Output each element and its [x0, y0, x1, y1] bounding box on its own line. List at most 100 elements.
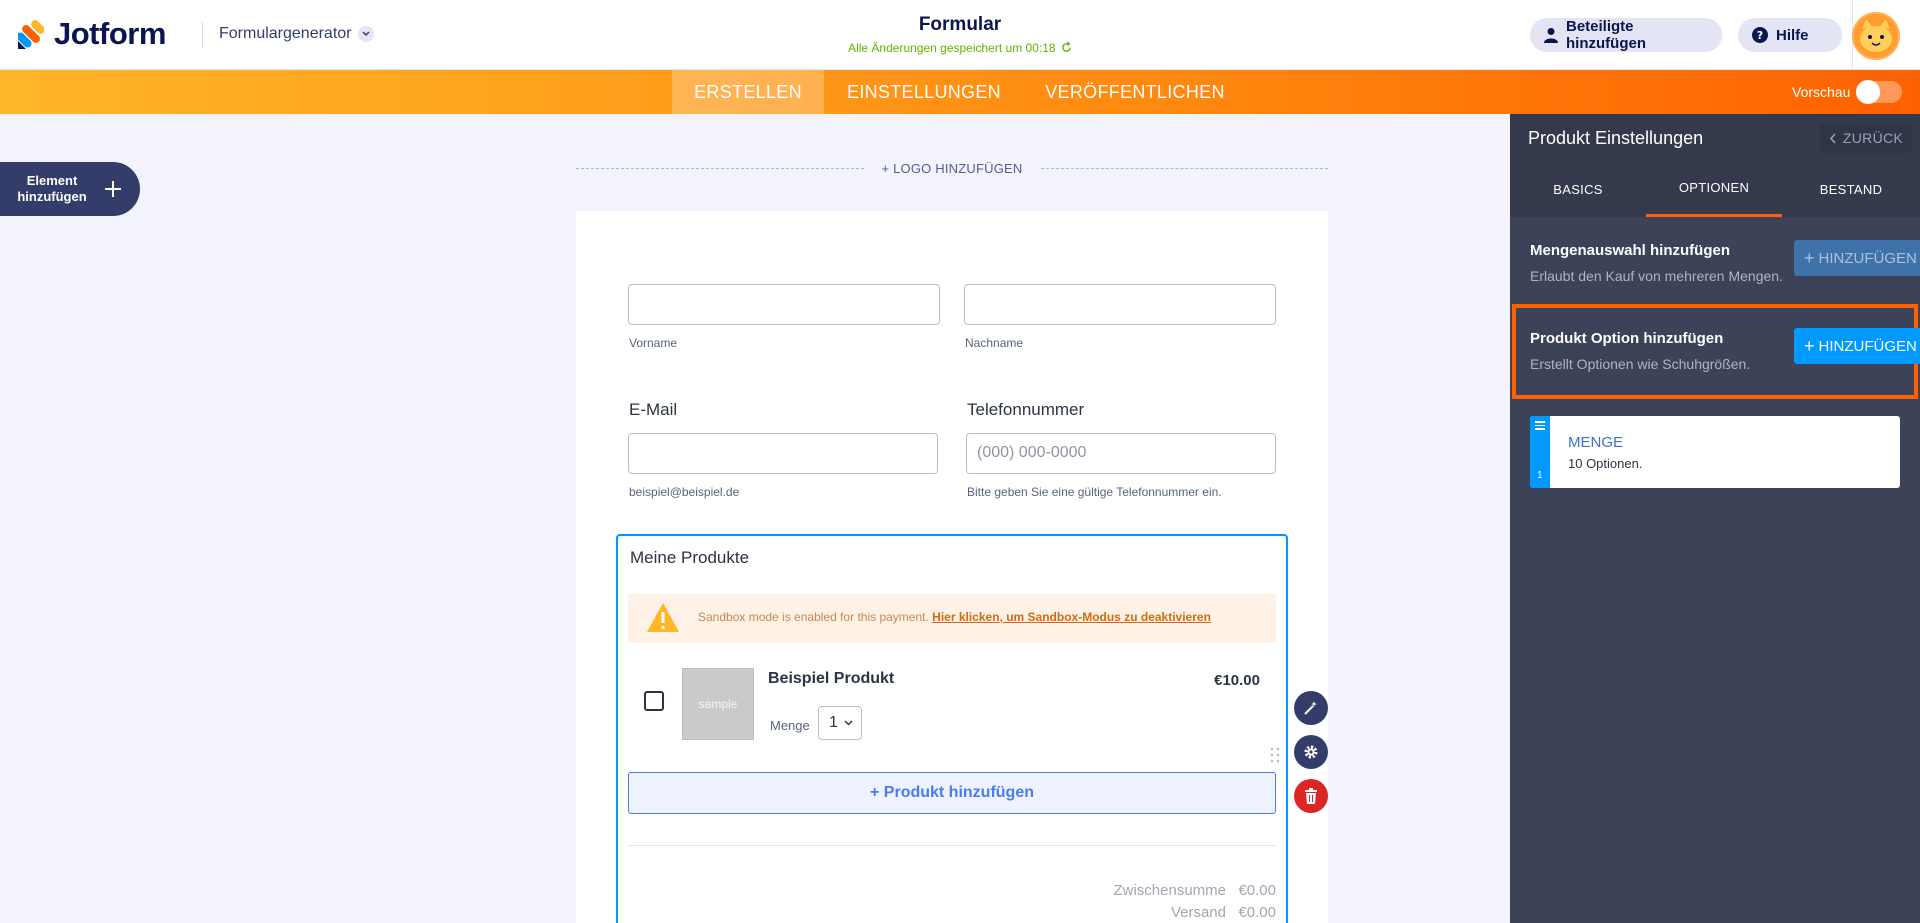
- dashed-line: [576, 167, 864, 169]
- plus-icon: +: [1804, 335, 1815, 356]
- product-image: sample: [682, 668, 754, 740]
- back-label: ZURÜCK: [1842, 130, 1904, 146]
- add-product-option-button[interactable]: + HINZUFÜGEN: [1794, 328, 1920, 364]
- warning-icon: [646, 602, 680, 639]
- totals-divider: [628, 845, 1276, 846]
- magic-wand-button[interactable]: [1294, 691, 1328, 725]
- help-icon: ?: [1752, 27, 1768, 43]
- magic-wand-icon: [1304, 701, 1317, 715]
- form-generator-dropdown[interactable]: Formulargenerator: [219, 25, 374, 43]
- phone-sublabel: Bitte geben Sie eine gültige Telefonnumm…: [967, 485, 1222, 499]
- add-logo-area[interactable]: + LOGO HINZUFÜGEN: [576, 158, 1328, 178]
- sandbox-text: Sandbox mode is enabled for this payment…: [698, 610, 929, 624]
- sandbox-disable-link[interactable]: Hier klicken, um Sandbox-Modus zu deakti…: [932, 610, 1211, 624]
- plus-icon: +: [1804, 247, 1815, 268]
- products-title: Meine Produkte: [630, 548, 750, 567]
- jotform-logo[interactable]: Jotform: [18, 16, 166, 52]
- last-name-input[interactable]: [964, 284, 1276, 325]
- help-label: Hilfe: [1776, 26, 1809, 44]
- phone-placeholder: (000) 000-0000: [977, 444, 1087, 461]
- add-element-label-line2: hinzufügen: [17, 189, 87, 204]
- add-element-button[interactable]: Element hinzufügen: [0, 162, 140, 216]
- form-title-area: Formular Alle Änderungen gespeichert um …: [760, 14, 1160, 55]
- invite-collaborators-button[interactable]: Beteiligte hinzufügen: [1530, 18, 1722, 52]
- shipping-label: Versand: [1170, 904, 1226, 921]
- back-button[interactable]: ZURÜCK: [1820, 123, 1912, 153]
- panel-tabs: BASICS OPTIONEN BESTAND: [1510, 161, 1920, 217]
- first-name-sublabel: Vorname: [629, 336, 678, 350]
- add-product-button[interactable]: + Produkt hinzufügen: [628, 772, 1276, 814]
- product-option-row: Produkt Option hinzufügen Erstellt Optio…: [1510, 312, 1920, 392]
- trash-icon: [1305, 788, 1317, 804]
- gear-icon: [1304, 745, 1318, 759]
- field-settings-button[interactable]: [1294, 735, 1328, 769]
- chevron-left-icon: [1829, 133, 1836, 143]
- first-name-input[interactable]: [628, 284, 940, 325]
- subtotal-value: €0.00: [1238, 882, 1276, 899]
- delete-field-button[interactable]: [1294, 779, 1328, 813]
- preview-label: Vorschau: [1792, 84, 1851, 100]
- quantity-option-row: Mengenauswahl hinzufügen Erlaubt den Kau…: [1510, 224, 1920, 294]
- option-card-title: MENGE: [1568, 434, 1624, 451]
- chevron-down-icon: [357, 26, 374, 42]
- refresh-icon: [1062, 41, 1071, 52]
- subtotal-row: Zwischensumme €0.00: [1113, 882, 1276, 899]
- tab-build[interactable]: ERSTELLEN: [672, 70, 824, 114]
- user-icon: [1544, 27, 1558, 43]
- toggle-knob: [1856, 80, 1880, 104]
- add-quantity-label: HINZUFÜGEN: [1818, 249, 1917, 267]
- product-list-field[interactable]: Meine Produkte Sandbox mode is enabled f…: [616, 534, 1288, 923]
- preview-toggle[interactable]: [1856, 80, 1902, 104]
- builder-tab-bar: ERSTELLEN EINSTELLUNGEN VERÖFFENTLICHEN …: [0, 70, 1920, 114]
- tab-settings[interactable]: EINSTELLUNGEN: [824, 70, 1024, 114]
- shipping-row: Versand €0.00: [1171, 904, 1276, 921]
- email-sublabel: beispiel@beispiel.de: [629, 485, 740, 499]
- option-card-quantity[interactable]: 1 MENGE 10 Optionen.: [1530, 416, 1900, 488]
- form-generator-label: Formulargenerator: [219, 25, 352, 42]
- last-name-sublabel: Nachname: [965, 336, 1024, 350]
- tab-basics[interactable]: BASICS: [1510, 161, 1646, 217]
- chevron-down-icon: [844, 717, 853, 729]
- email-label: E-Mail: [629, 400, 678, 419]
- dashed-line: [1040, 167, 1328, 169]
- add-element-label-line1: Element: [26, 173, 78, 188]
- tab-stock[interactable]: BESTAND: [1782, 161, 1920, 217]
- panel-header: Produkt Einstellungen ZURÜCK: [1510, 114, 1920, 161]
- form-title[interactable]: Formular: [760, 14, 1160, 36]
- saved-status-text: Alle Änderungen gespeichert um 00:18: [848, 41, 1056, 55]
- add-quantity-button[interactable]: + HINZUFÜGEN: [1794, 240, 1920, 276]
- add-logo-label: + LOGO HINZUFÜGEN: [881, 160, 1023, 176]
- help-button[interactable]: ? Hilfe: [1738, 18, 1842, 52]
- menu-lines-icon: [1535, 421, 1545, 432]
- tab-publish[interactable]: VERÖFFENTLICHEN: [1024, 70, 1246, 114]
- product-price: €10.00: [1214, 672, 1260, 689]
- option-card-strip: 1: [1530, 416, 1550, 488]
- jotform-logo-icon: [18, 20, 44, 49]
- sandbox-warning: Sandbox mode is enabled for this payment…: [628, 594, 1276, 643]
- header-divider: [202, 22, 203, 48]
- avatar[interactable]: [1852, 12, 1900, 60]
- product-option-title: Produkt Option hinzufügen: [1530, 330, 1724, 347]
- avatar-face-icon: [1860, 19, 1892, 52]
- drag-handle-icon[interactable]: [1270, 746, 1280, 764]
- product-name: Beispiel Produkt: [768, 670, 895, 687]
- email-input[interactable]: [628, 433, 938, 474]
- product-settings-panel: Produkt Einstellungen ZURÜCK BASICS OPTI…: [1510, 114, 1920, 923]
- quantity-option-desc: Erlaubt den Kauf von mehreren Mengen.: [1530, 268, 1783, 284]
- tab-options[interactable]: OPTIONEN: [1646, 161, 1782, 217]
- option-card-subtitle: 10 Optionen.: [1568, 456, 1643, 471]
- top-header: Jotform Formulargenerator Formular Alle …: [0, 0, 1920, 70]
- product-option-desc: Erstellt Optionen wie Schuhgrößen.: [1530, 356, 1751, 372]
- phone-label: Telefonnummer: [967, 400, 1085, 419]
- brand-name: Jotform: [54, 16, 166, 51]
- plus-icon: [104, 175, 122, 203]
- sandbox-message: Sandbox mode is enabled for this payment…: [698, 610, 1211, 624]
- quantity-value: 1: [829, 714, 838, 731]
- quantity-select[interactable]: 1: [818, 706, 862, 740]
- panel-title: Produkt Einstellungen: [1528, 128, 1704, 148]
- subtotal-label: Zwischensumme: [1113, 882, 1226, 899]
- product-checkbox[interactable]: [644, 691, 664, 711]
- quantity-label: Menge: [770, 718, 810, 733]
- quantity-option-title: Mengenauswahl hinzufügen: [1530, 242, 1731, 259]
- add-product-option-label: HINZUFÜGEN: [1818, 337, 1917, 355]
